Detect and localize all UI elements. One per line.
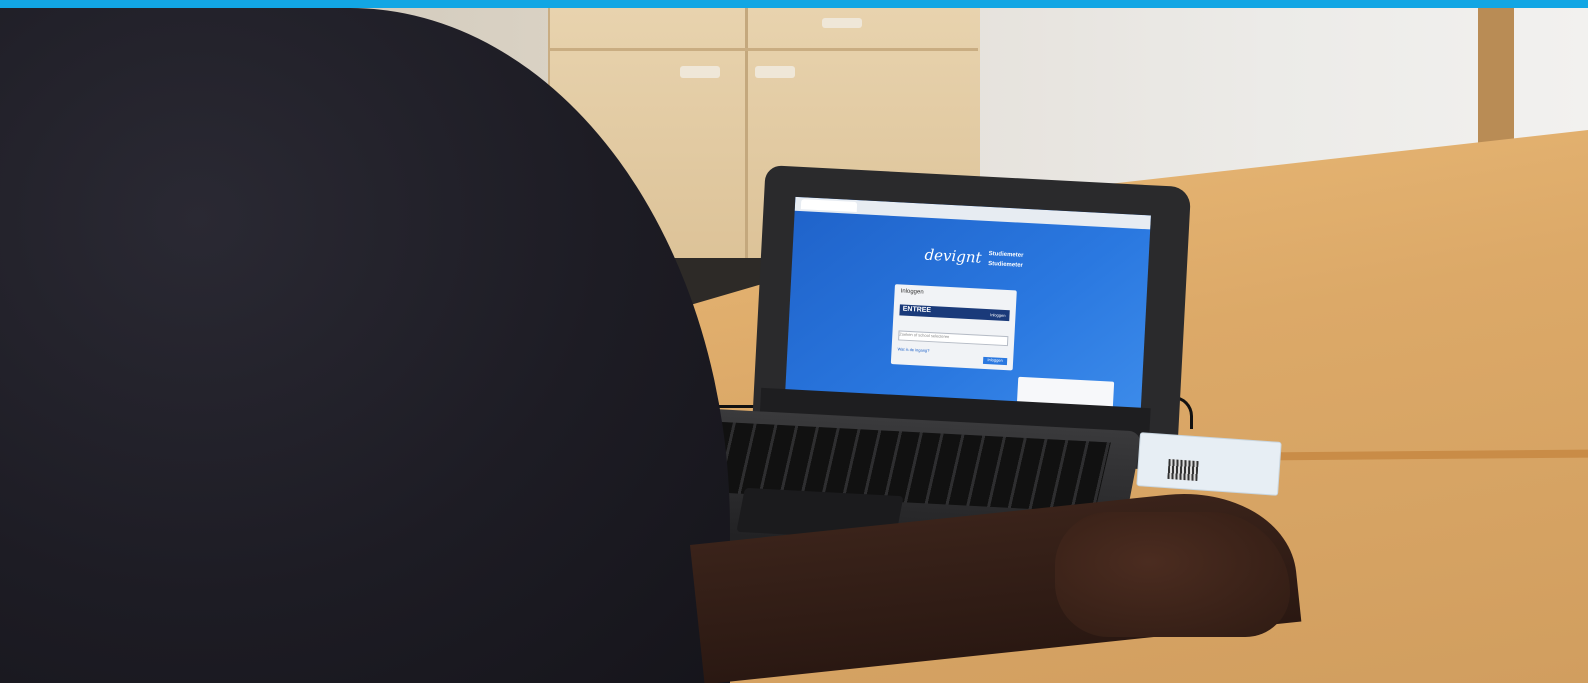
- entree-action: Inloggen: [990, 312, 1006, 318]
- submit-button[interactable]: Inloggen: [982, 356, 1008, 366]
- cabinet-handle: [755, 66, 795, 78]
- cabinet-shelf-line: [548, 48, 978, 51]
- logo: devignt: [924, 245, 983, 267]
- person-hand: [1055, 512, 1290, 637]
- door-frame: [1478, 8, 1514, 148]
- entree-label: ENTREE: [902, 305, 932, 315]
- id-card: [1136, 432, 1282, 496]
- login-title: Inloggen: [900, 288, 924, 296]
- school-search-input[interactable]: Zoeken of school selecteren: [898, 330, 1009, 347]
- help-link[interactable]: Wat is de ingang?: [897, 346, 929, 353]
- login-card: Inloggen ENTREE Inloggen Zoeken of schoo…: [890, 284, 1017, 371]
- brand-line: Studiemeter: [988, 251, 1024, 259]
- brand-line: Studiemeter: [988, 261, 1023, 269]
- qr-code-icon: [1167, 458, 1199, 482]
- browser-tab: [800, 199, 858, 213]
- notification-text: [1026, 389, 1106, 393]
- cabinet-handle: [822, 18, 862, 28]
- entree-button[interactable]: ENTREE Inloggen: [899, 304, 1010, 322]
- laptop-screen: devignt Studiemeter Studiemeter Inloggen…: [785, 196, 1151, 414]
- photo-scene: devignt Studiemeter Studiemeter Inloggen…: [0, 0, 1588, 683]
- accent-bar: [0, 0, 1588, 8]
- cabinet-handle: [680, 66, 720, 78]
